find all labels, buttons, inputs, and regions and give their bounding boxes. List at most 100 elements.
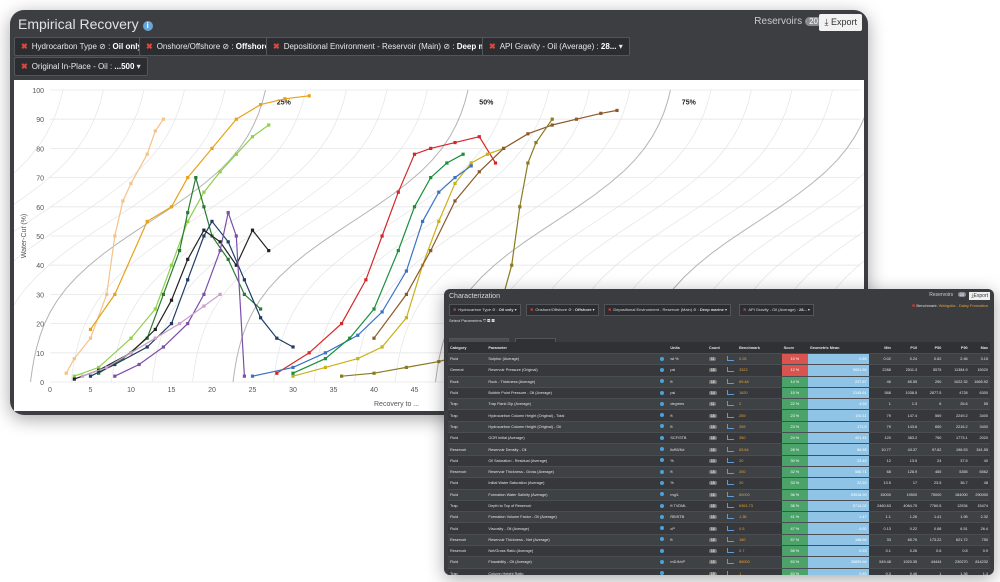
- info-icon[interactable]: [660, 424, 665, 429]
- info-icon[interactable]: [660, 514, 665, 519]
- remove-filter-icon[interactable]: ✖: [146, 42, 153, 51]
- histogram-icon[interactable]: [727, 480, 735, 486]
- table-row[interactable]: Fluid Sulphur (Average) wt % 11 0.25 10 % 0.69…: [448, 352, 990, 365]
- filter-chip-onshore-offshore[interactable]: ✖Onshore/Offshore ⊘ : Offshore ▾: [139, 37, 283, 56]
- column-header[interactable]: P90: [943, 342, 970, 354]
- table-row[interactable]: Reservoir Reservoir Density - Oil lb/ft3/K…: [448, 443, 990, 456]
- column-header[interactable]: Min: [868, 342, 893, 354]
- info-icon[interactable]: [660, 356, 665, 361]
- column-header[interactable]: [658, 342, 669, 354]
- c-filter-chip-depositional-environment[interactable]: ✖ Depositional Environment - Reservoir (M…: [604, 304, 731, 316]
- copy-icon[interactable]: ▤: [487, 318, 490, 323]
- c-filter-chip-onshore-offshore[interactable]: ✖ Onshore/Offshore ⊘ : Offshore ▾: [526, 304, 599, 316]
- histogram-icon[interactable]: [727, 412, 735, 418]
- histogram-icon[interactable]: [727, 390, 735, 396]
- column-header[interactable]: Parameter: [486, 342, 659, 354]
- info-icon[interactable]: [660, 401, 665, 406]
- column-header[interactable]: Score: [781, 342, 808, 354]
- table-row[interactable]: Fluid Viscosity - Oil (Average) cP 16 0.5 47 …: [448, 522, 990, 535]
- remove-filter-icon[interactable]: ✖: [21, 42, 28, 51]
- histogram-icon[interactable]: [727, 559, 735, 565]
- info-icon[interactable]: [660, 469, 665, 474]
- remove-filter-icon[interactable]: ✖: [530, 307, 533, 312]
- histogram-icon[interactable]: [727, 525, 735, 531]
- table-row[interactable]: Fluid GOR Initial (Average) SCF/STB 18 350 24…: [448, 432, 990, 444]
- table-row[interactable]: Fluid Oil Saturation - Residual (Average)…: [448, 454, 990, 467]
- histogram-icon[interactable]: [727, 401, 735, 407]
- histogram-icon[interactable]: [727, 435, 735, 441]
- table-row[interactable]: Reservoir Reservoir Thickness - Net (Aver…: [448, 533, 990, 546]
- info-icon[interactable]: i: [142, 21, 153, 31]
- table-row[interactable]: Trap Hydrocarbon Column Height (Original)…: [448, 409, 990, 422]
- info-icon[interactable]: [660, 480, 665, 485]
- table-row[interactable]: Reservoir Reservoir Thickness - Gross (Av…: [448, 465, 990, 478]
- info-icon[interactable]: [660, 559, 665, 564]
- column-header[interactable]: Benchmark: [737, 342, 782, 354]
- filter-chip-depositional-environment[interactable]: ✖ Depositional Environment - Reservoir (M…: [266, 37, 518, 56]
- table-row[interactable]: Trap Hydrocarbon Column Height (Original)…: [448, 420, 990, 433]
- histogram-icon[interactable]: [727, 491, 735, 497]
- column-header[interactable]: [725, 342, 738, 354]
- filter-chip-original-in-place[interactable]: ✖ Original In-Place - Oil : ...500 ▾: [14, 57, 148, 76]
- info-icon[interactable]: [660, 548, 665, 553]
- characterization-export-button[interactable]: ⤓Export: [969, 292, 990, 300]
- filter-chip-api-gravity[interactable]: ✖ API Gravity - Oil (Average) : 28... ▾: [482, 37, 630, 56]
- table-row[interactable]: General Reservoir Pressure (Original) psi 1…: [448, 364, 990, 377]
- table-row[interactable]: Rock Rock - Thickness (Average) ft 18 69.48 1…: [448, 375, 990, 388]
- histogram-icon[interactable]: [727, 548, 735, 554]
- filter-chip-hydrocarbon-type[interactable]: ✖Hydrocarbon Type ⊘ : Oil only ▾: [14, 37, 156, 56]
- remove-filter-icon[interactable]: ✖: [273, 42, 280, 51]
- info-icon[interactable]: [660, 390, 665, 395]
- histogram-icon[interactable]: [727, 570, 735, 575]
- remove-filter-icon[interactable]: ✖: [743, 307, 746, 312]
- c-filter-chip-api-gravity[interactable]: ✖ API Gravity - Oil (Average) : 28... ▾: [739, 304, 814, 316]
- histogram-icon[interactable]: [727, 367, 735, 373]
- info-icon[interactable]: [660, 435, 665, 440]
- column-header[interactable]: P10: [892, 342, 920, 354]
- column-header[interactable]: Geometric Mean: [807, 342, 869, 354]
- table-row[interactable]: Fluid Initial Water Saturation (Average)%…: [448, 477, 990, 490]
- table-row[interactable]: Fluid Flowability - Oil (Average) mD.ft/cP…: [448, 556, 990, 569]
- column-header[interactable]: Count: [706, 342, 726, 354]
- table-row[interactable]: Fluid Formation Volume Factor - Oil (Aver…: [448, 511, 990, 523]
- info-icon[interactable]: [660, 367, 665, 372]
- info-icon[interactable]: [660, 503, 665, 508]
- histogram-icon[interactable]: [727, 446, 735, 452]
- remove-filter-icon[interactable]: ✖: [608, 307, 611, 312]
- table-row[interactable]: Trap Column Height Ratio 15 1 63 % 0.83 0.3 0.4…: [448, 567, 990, 575]
- table-row[interactable]: Fluid Bubble Point Pressure - Oil (Averag…: [448, 386, 990, 399]
- histogram-icon[interactable]: [727, 356, 735, 362]
- info-icon[interactable]: [660, 458, 665, 463]
- histogram-icon[interactable]: [727, 457, 735, 463]
- filter-icon[interactable]: ⛉: [483, 318, 486, 323]
- histogram-icon[interactable]: [727, 536, 735, 542]
- remove-filter-icon[interactable]: ✖: [453, 307, 456, 312]
- info-icon[interactable]: [660, 413, 665, 418]
- info-icon[interactable]: [660, 537, 665, 542]
- info-icon[interactable]: [660, 447, 665, 452]
- table-row[interactable]: Reservoir Net/Gross Ratio (Average) 16 0.7 5…: [448, 545, 990, 557]
- histogram-icon[interactable]: [727, 503, 735, 508]
- column-header[interactable]: Category: [448, 342, 487, 354]
- histogram-icon[interactable]: [727, 469, 735, 475]
- histogram-icon[interactable]: [727, 423, 735, 429]
- select-parameters[interactable]: Select Parameters ⛉ ▤ ▦: [449, 318, 495, 323]
- column-header[interactable]: Units: [668, 342, 707, 354]
- info-icon[interactable]: [660, 379, 665, 384]
- table-icon[interactable]: ▦: [491, 318, 494, 323]
- table-row[interactable]: Trap Trap Flank Dip (Average) degrees 11 2 22…: [448, 398, 990, 410]
- c-filter-chip-hydrocarbon-type[interactable]: ✖ Hydrocarbon Type ⊘ : Oil only ▾: [449, 304, 521, 316]
- remove-filter-icon[interactable]: ✖: [489, 42, 496, 51]
- histogram-icon[interactable]: [727, 378, 735, 384]
- histogram-icon[interactable]: [727, 514, 735, 520]
- column-header[interactable]: P50: [919, 342, 944, 354]
- info-icon[interactable]: [660, 492, 665, 497]
- table-row[interactable]: Trap Depth to Top of Reservoir ft TVDML 18 6…: [448, 499, 990, 512]
- table-row[interactable]: Fluid Formation Water Salinity (Average) m…: [448, 488, 990, 501]
- export-button[interactable]: ⤓ Export: [819, 14, 862, 31]
- remove-filter-icon[interactable]: ✖: [21, 62, 28, 71]
- column-header[interactable]: Max: [969, 342, 990, 354]
- info-icon[interactable]: [660, 526, 665, 531]
- remove-benchmark-icon[interactable]: ✖: [912, 303, 915, 308]
- info-icon[interactable]: [660, 571, 665, 575]
